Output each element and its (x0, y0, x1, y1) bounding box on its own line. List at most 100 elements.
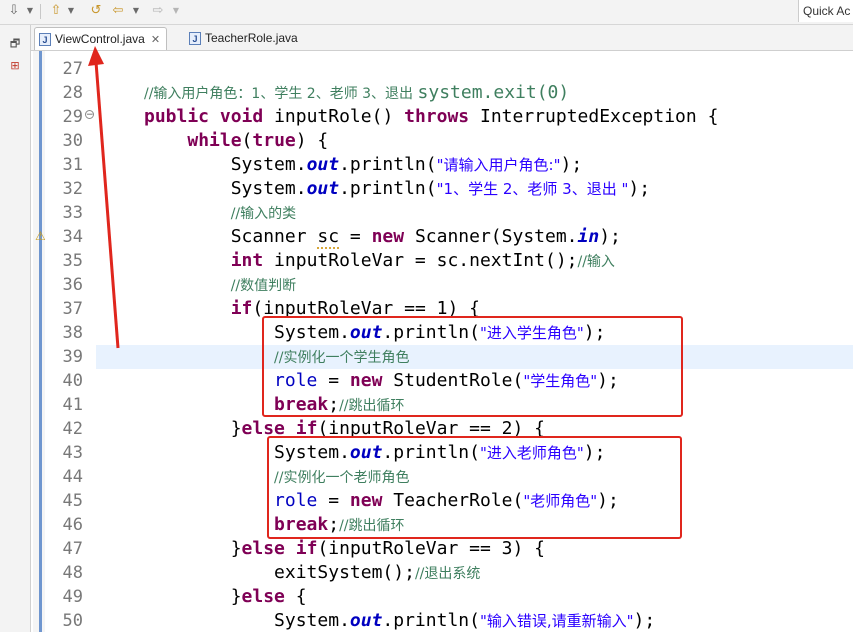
java-file-icon: J (189, 32, 201, 46)
code-token: void (219, 106, 264, 127)
line-number: 30 (62, 131, 83, 151)
dropdown-icon[interactable]: ▼ (168, 3, 184, 19)
code-token: system.exit(0) (417, 82, 570, 103)
code-token: System. (144, 610, 350, 631)
code-token: Scanner (144, 226, 318, 247)
code-token: System. (144, 178, 307, 199)
line-number: 43 (62, 443, 83, 463)
line-number: 27 (62, 59, 83, 79)
code-token: else (241, 538, 285, 559)
code-token: sc (317, 226, 340, 249)
line-number: 42 (62, 419, 83, 439)
line-number: 29 (62, 107, 83, 127)
code-token: = (339, 226, 372, 247)
code-token: in (577, 226, 600, 247)
line-number: 35 (62, 251, 83, 271)
dropdown-icon[interactable]: ▼ (63, 3, 79, 19)
code-token: } (144, 586, 242, 607)
editor-tab-bar: J ViewControl.java ✕ J TeacherRole.java (31, 25, 853, 51)
line-number: 34 (62, 227, 83, 247)
code-token: out (306, 154, 340, 175)
close-icon[interactable]: ✕ (151, 29, 160, 51)
main-toolbar: ⇩ ▼ ⇧ ▼ ↺ ⇦ ▼ ⇨ ▼ Quick Ac (0, 0, 853, 25)
code-token: System. (144, 154, 307, 175)
code-token: inputRole() (263, 106, 405, 127)
code-text: Scanner sc = new Scanner(System.in); (144, 225, 621, 249)
line-number: 49 (62, 587, 83, 607)
restore-icon[interactable]: 🗗 (8, 37, 22, 51)
line-number: 39 (62, 347, 83, 367)
code-line: 30 while(true) { (31, 129, 853, 153)
quick-access-input[interactable]: Quick Ac (798, 0, 853, 22)
code-text: int inputRoleVar = sc.nextInt();//输入 (144, 249, 615, 274)
code-line: 34 ⚠ Scanner sc = new Scanner(System.in); (31, 225, 853, 249)
code-token: else (241, 586, 285, 607)
code-token: .println( (339, 178, 437, 199)
code-token: ( (241, 130, 253, 151)
line-number: 37 (62, 299, 83, 319)
code-text: while(true) { (144, 129, 328, 153)
hierarchy-icon[interactable]: ⊞ (8, 59, 22, 73)
tab-viewcontrol[interactable]: J ViewControl.java ✕ (34, 27, 168, 51)
warning-icon[interactable]: ⚠ (35, 229, 47, 243)
code-token: InterruptedException { (469, 106, 719, 127)
code-text: System.out.println("请输入用户角色:"); (144, 153, 582, 177)
code-token: ); (628, 178, 651, 199)
dropdown-icon[interactable]: ▼ (128, 3, 144, 19)
code-token: exitSystem(); (144, 562, 415, 583)
code-token: ); (633, 610, 656, 631)
annotation-box-student (262, 316, 683, 417)
code-token: "1、学生 2、老师 3、退出 " (436, 180, 629, 198)
download-icon[interactable]: ⇩ (6, 3, 22, 19)
code-token: .println( (382, 610, 480, 631)
code-text: exitSystem();//退出系统 (144, 561, 480, 586)
line-number: 44 (62, 467, 83, 487)
code-line: 49 }else { (31, 585, 853, 609)
code-token: ); (599, 226, 621, 247)
code-text: //输入的类 (144, 201, 296, 226)
forward-arrow-icon[interactable]: ⇨ (150, 3, 166, 19)
code-token: ); (560, 154, 583, 175)
toolbar-separator (40, 4, 41, 19)
annotation-box-teacher (267, 436, 682, 539)
code-token: } (144, 538, 242, 559)
back-arrow-icon[interactable]: ⇦ (110, 3, 126, 19)
java-file-icon: J (39, 33, 51, 47)
code-token: //输入用户角色：1、学生 2、老师 3、退出 (144, 86, 418, 102)
nav-back-icon[interactable]: ↺ (88, 3, 104, 19)
code-line: 32 System.out.println("1、学生 2、老师 3、退出 ")… (31, 177, 853, 201)
up-arrow-icon[interactable]: ⇧ (48, 3, 64, 19)
left-trim-bar: 🗗 ⊞ (0, 25, 31, 632)
code-line: 35 int inputRoleVar = sc.nextInt();//输入 (31, 249, 853, 273)
code-text: //数值判断 (144, 273, 296, 298)
tab-label: ViewControl.java (55, 32, 145, 46)
fold-toggle-icon[interactable]: − (85, 110, 94, 120)
line-number: 47 (62, 539, 83, 559)
code-editor[interactable]: 27 28 //输入用户角色：1、学生 2、老师 3、退出 system.exit(… (31, 51, 853, 632)
code-line: 50 System.out.println("输入错误,请重新输入"); (31, 609, 853, 633)
line-number: 45 (62, 491, 83, 511)
code-token: //输入 (577, 254, 615, 270)
code-token: //数值判断 (230, 278, 297, 294)
code-token: out (306, 178, 340, 199)
code-token: while (187, 130, 242, 151)
code-token: ) { (295, 130, 329, 151)
code-token: public (144, 106, 210, 127)
code-line: 36 //数值判断 (31, 273, 853, 297)
dropdown-icon[interactable]: ▼ (22, 3, 38, 19)
code-text: System.out.println("1、学生 2、老师 3、退出 "); (144, 177, 650, 201)
code-text: public void inputRole() throws Interrupt… (144, 105, 718, 129)
tab-teacherrole[interactable]: J TeacherRole.java (183, 27, 304, 49)
code-token: { (284, 586, 307, 607)
line-number: 31 (62, 155, 83, 175)
